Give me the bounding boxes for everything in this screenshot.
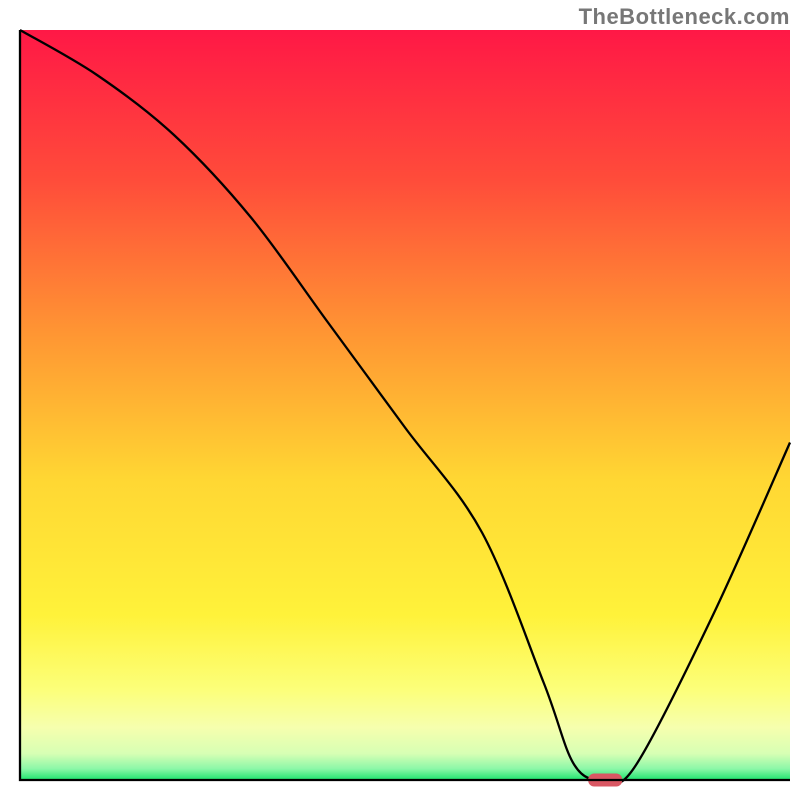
gradient-background — [20, 30, 790, 780]
bottleneck-chart — [0, 0, 800, 800]
chart-container: TheBottleneck.com — [0, 0, 800, 800]
watermark-text: TheBottleneck.com — [579, 4, 790, 30]
